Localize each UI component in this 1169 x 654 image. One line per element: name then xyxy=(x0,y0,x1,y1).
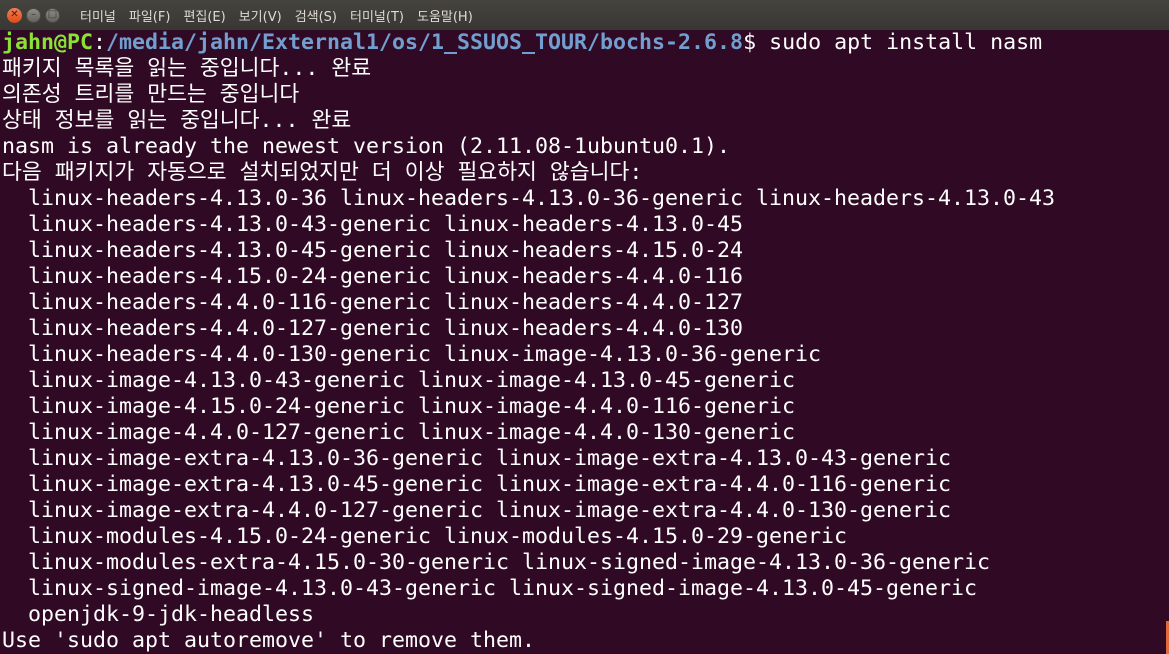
menu-search[interactable]: 검색(S) xyxy=(295,6,337,25)
menu-view[interactable]: 보기(V) xyxy=(239,6,282,25)
output-line: linux-image-extra-4.4.0-127-generic linu… xyxy=(2,498,952,523)
output-line: openjdk-9-jdk-headless xyxy=(2,602,315,627)
output-line: nasm is already the newest version (2.11… xyxy=(2,134,731,159)
menu-edit[interactable]: 편집(E) xyxy=(183,6,225,25)
output-line: linux-image-extra-4.13.0-45-generic linu… xyxy=(2,472,952,497)
output-line: 패키지 목록을 읽는 중입니다... 완료 xyxy=(2,56,372,81)
output-line: 의존성 트리를 만드는 중입니다 xyxy=(2,82,300,107)
output-line: linux-headers-4.13.0-36 linux-headers-4.… xyxy=(2,186,1056,211)
window-title: 터미널 xyxy=(80,9,116,25)
output-line: linux-headers-4.4.0-127-generic linux-he… xyxy=(2,316,744,341)
maximize-button[interactable]: □ xyxy=(45,7,60,23)
maximize-icon: □ xyxy=(47,9,58,20)
output-line: linux-headers-4.15.0-24-generic linux-he… xyxy=(2,264,744,289)
terminal-output[interactable]: jahn@PC:/media/jahn/External1/os/1_SSUOS… xyxy=(0,30,1169,654)
menu-terminal[interactable]: 터미널(T) xyxy=(350,6,404,25)
prompt-user: jahn@PC xyxy=(2,30,94,55)
minimize-button[interactable]: – xyxy=(26,7,41,23)
output-line: linux-headers-4.13.0-45-generic linux-he… xyxy=(2,238,744,263)
output-line: linux-image-extra-4.13.0-36-generic linu… xyxy=(2,446,952,471)
prompt-command: $ sudo apt install nasm xyxy=(743,30,1043,55)
minimize-icon: – xyxy=(31,9,36,20)
output-line: 다음 패키지가 자동으로 설치되었지만 더 이상 필요하지 않습니다: xyxy=(2,160,643,185)
menu-bar: 터미널 파일(F) 편집(E) 보기(V) 검색(S) 터미널(T) 도움말(H… xyxy=(80,6,473,25)
output-line: linux-headers-4.13.0-43-generic linux-he… xyxy=(2,212,744,237)
prompt-path: /media/jahn/External1/os/1_SSUOS_TOUR/bo… xyxy=(106,30,744,55)
output-line: linux-modules-4.15.0-24-generic linux-mo… xyxy=(2,524,848,549)
output-line: linux-image-4.4.0-127-generic linux-imag… xyxy=(2,420,796,445)
output-line: linux-image-4.13.0-43-generic linux-imag… xyxy=(2,368,796,393)
output-line: linux-image-4.15.0-24-generic linux-imag… xyxy=(2,394,796,419)
output-line: 상태 정보를 읽는 중입니다... 완료 xyxy=(2,108,352,133)
output-line: linux-headers-4.4.0-116-generic linux-he… xyxy=(2,290,744,315)
output-line: linux-headers-4.4.0-130-generic linux-im… xyxy=(2,342,822,367)
close-button[interactable]: ✕ xyxy=(7,7,22,23)
prompt-line: jahn@PC:/media/jahn/External1/os/1_SSUOS… xyxy=(2,30,1169,56)
title-bar: ✕ – □ 터미널 파일(F) 편집(E) 보기(V) 검색(S) 터미널(T)… xyxy=(0,0,1169,30)
output-line: linux-signed-image-4.13.0-43-generic lin… xyxy=(2,576,978,601)
menu-help[interactable]: 도움말(H) xyxy=(417,6,473,25)
prompt-colon: : xyxy=(93,30,107,55)
output-line: Use 'sudo apt autoremove' to remove them… xyxy=(2,628,536,653)
output-line: linux-modules-extra-4.15.0-30-generic li… xyxy=(2,550,991,575)
menu-file[interactable]: 파일(F) xyxy=(129,6,171,25)
close-icon: ✕ xyxy=(10,9,19,20)
